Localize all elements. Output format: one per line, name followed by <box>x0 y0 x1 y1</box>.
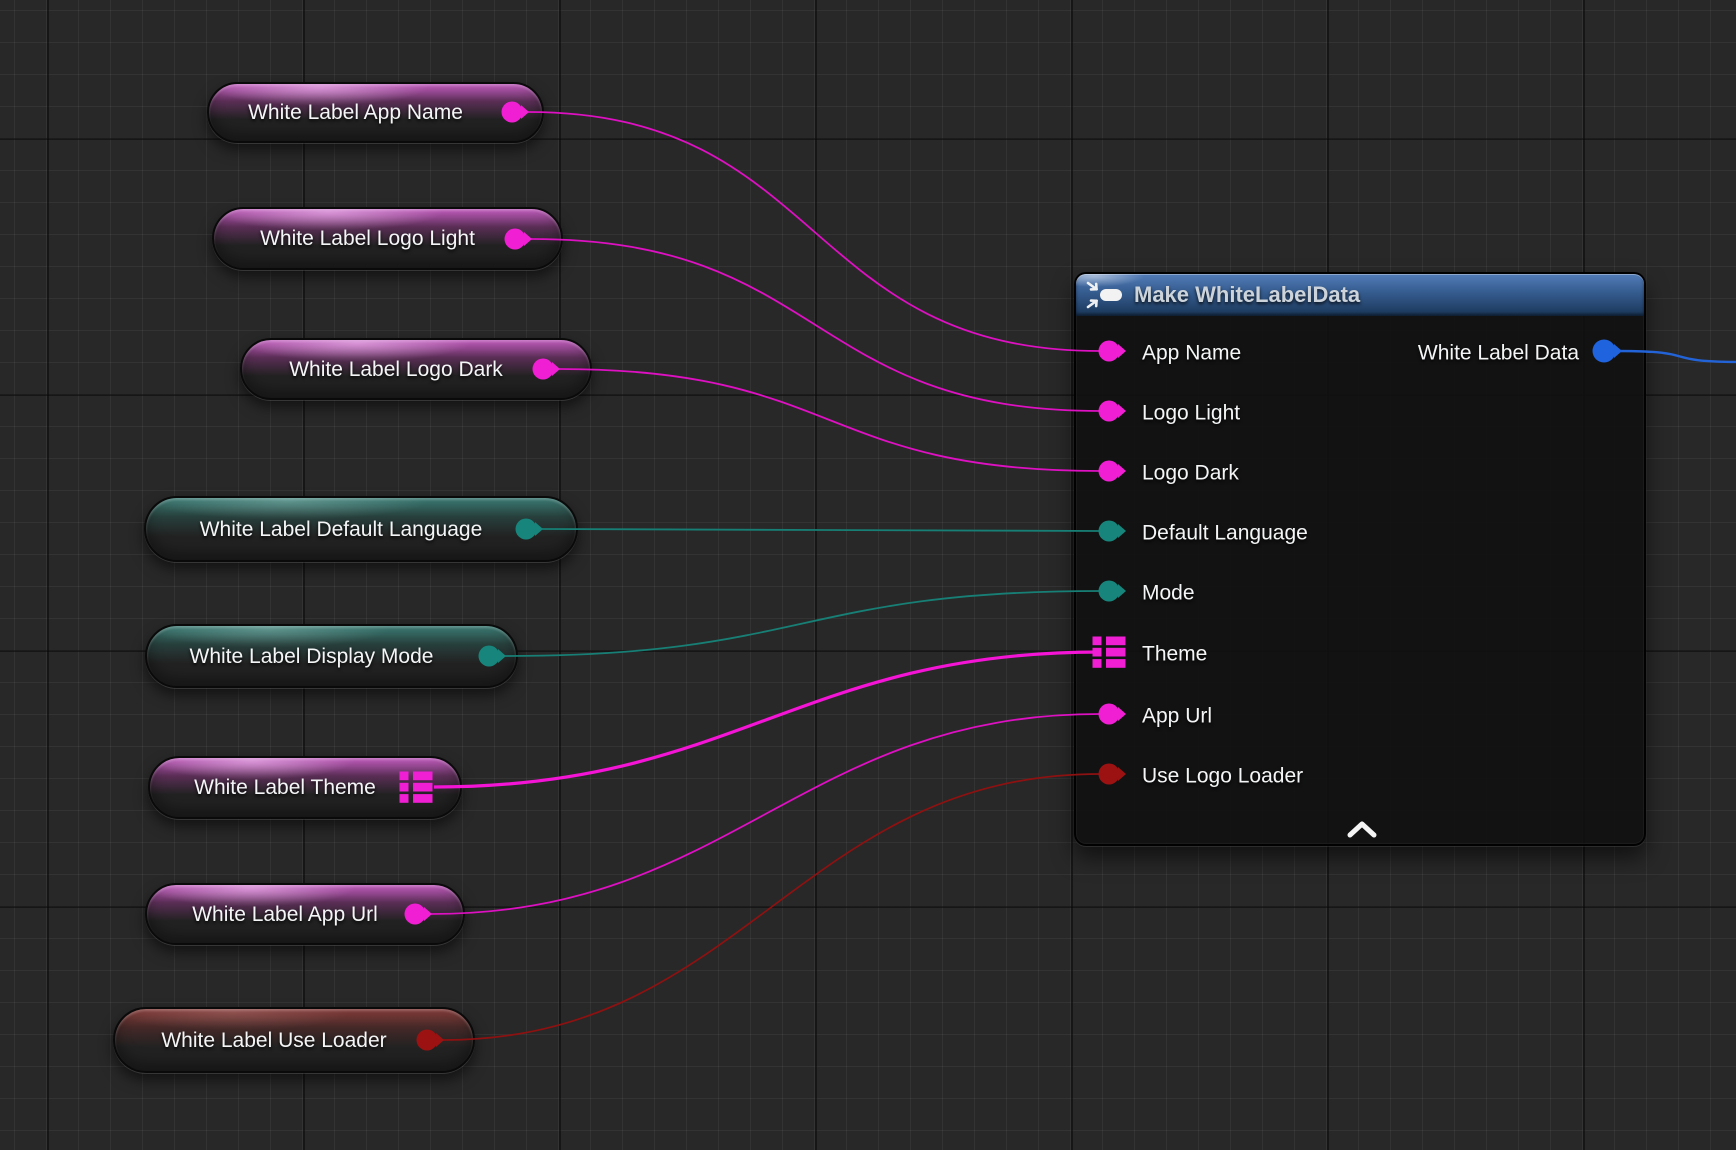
advanced-pins-toggle-button[interactable] <box>1344 817 1380 841</box>
input-pin-label-default-language: Default Language <box>1142 523 1308 544</box>
wire-theme[interactable] <box>434 652 1100 787</box>
input-pin-label-logo-dark: Logo Dark <box>1142 463 1239 484</box>
variable-node-label: White Label Logo Dark <box>289 359 503 380</box>
struct-pin-white-label-theme[interactable] <box>400 772 433 803</box>
input-pin-label-mode: Mode <box>1142 583 1195 604</box>
wire-use-loader[interactable] <box>443 774 1100 1040</box>
variable-node-label: White Label Logo Light <box>260 228 475 249</box>
wire-logo-light[interactable] <box>531 239 1100 411</box>
wire-logo-dark[interactable] <box>559 369 1100 471</box>
variable-node-white-label-default-language[interactable]: White Label Default Language <box>144 496 578 562</box>
variable-node-white-label-app-name[interactable]: White Label App Name <box>207 82 544 143</box>
wire-app-name[interactable] <box>528 112 1100 351</box>
input-pin-label-theme: Theme <box>1142 644 1207 665</box>
input-pin-label-logo-light: Logo Light <box>1142 403 1240 424</box>
wire-mode[interactable] <box>505 591 1100 656</box>
wire-app-url[interactable] <box>431 714 1100 914</box>
variable-node-white-label-display-mode[interactable]: White Label Display Mode <box>145 624 518 688</box>
chevron-up-icon <box>1347 821 1377 838</box>
make-struct-icon <box>1086 280 1126 310</box>
node-title: Make WhiteLabelData <box>1134 282 1360 308</box>
input-pin-label-app-name: App Name <box>1142 343 1241 364</box>
variable-node-label: White Label Theme <box>194 777 376 798</box>
variable-node-label: White Label App Url <box>192 904 378 925</box>
variable-node-label: White Label Display Mode <box>190 646 434 667</box>
make-whitelabeldata-node[interactable]: Make WhiteLabelData App Name Logo Light Lo… <box>1074 272 1646 846</box>
variable-node-label: White Label App Name <box>248 102 463 123</box>
wire-default-language[interactable] <box>542 529 1100 531</box>
node-header[interactable]: Make WhiteLabelData <box>1076 274 1644 316</box>
variable-node-label: White Label Default Language <box>200 519 483 540</box>
input-pin-label-app-url: App Url <box>1142 706 1212 727</box>
graph-canvas[interactable]: White Label App Name White Label Logo Lig… <box>0 0 1736 1150</box>
input-pin-theme[interactable] <box>1093 637 1126 668</box>
input-pin-label-use-logo-loader: Use Logo Loader <box>1142 766 1303 787</box>
variable-node-label: White Label Use Loader <box>161 1030 386 1051</box>
output-pin-label: White Label Data <box>1418 343 1579 364</box>
